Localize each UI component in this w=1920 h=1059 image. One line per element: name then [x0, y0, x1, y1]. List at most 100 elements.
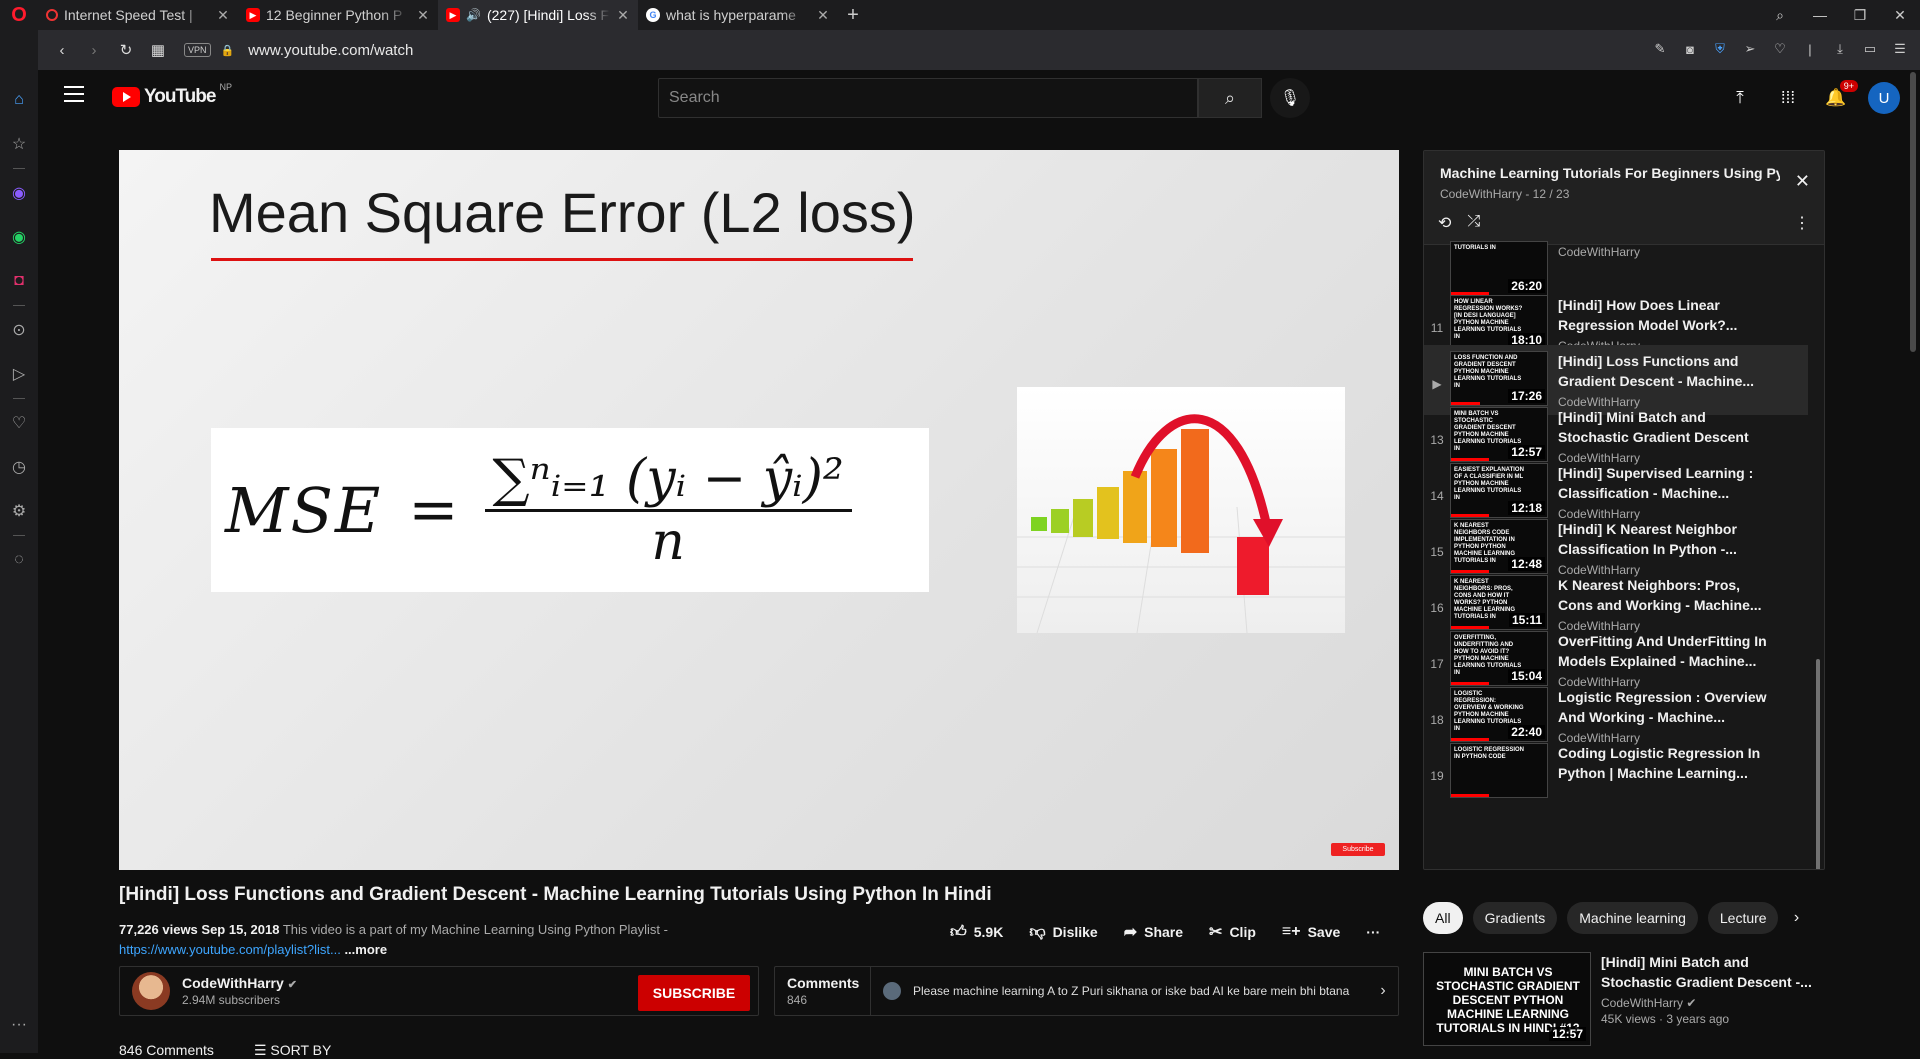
download-icon[interactable]: ⤓ — [1830, 38, 1850, 60]
youtube-logo[interactable]: YouTube NP — [112, 82, 232, 108]
youtube-icon: ▶ — [446, 8, 460, 22]
playlist-thumbnail[interactable]: Tutorials in 26:20 — [1450, 241, 1548, 296]
save-button[interactable]: ≡+ Save — [1274, 920, 1348, 944]
playlist-thumbnail[interactable]: Logistic regression in python code — [1450, 743, 1548, 798]
search-button[interactable]: ⌕ — [1198, 78, 1262, 118]
shield-icon[interactable]: ⛨ — [1710, 38, 1730, 60]
playlist-scrollbar[interactable] — [1816, 659, 1820, 869]
recommended-thumbnail[interactable]: Mini batch vs stochastic gradient descen… — [1423, 952, 1591, 1046]
chip-all[interactable]: All — [1423, 902, 1463, 934]
player-icon[interactable]: ⊙ — [5, 316, 33, 344]
recommended-video[interactable]: Mini batch vs stochastic gradient descen… — [1423, 952, 1825, 1052]
chevron-right-icon[interactable]: › — [1368, 982, 1398, 1000]
like-button[interactable]: 👍︎ 5.9K — [942, 920, 1011, 944]
thumbs-down-icon: 👎︎ — [1029, 923, 1046, 941]
playlist-item[interactable]: 19 Logistic regression in python code Codi… — [1424, 737, 1808, 807]
send-icon[interactable]: ➢ — [1740, 38, 1760, 60]
notifications-icon[interactable]: 🔔 9+ — [1820, 78, 1858, 118]
watch-progress — [1451, 794, 1490, 797]
playlist-thumbnail[interactable]: Mini batch vs stochastic gradient descen… — [1450, 407, 1548, 462]
battery-icon[interactable]: ▭ — [1860, 38, 1880, 60]
opera-logo-icon[interactable]: O — [0, 0, 38, 30]
star-icon[interactable]: ☆ — [5, 130, 33, 158]
tab-hyperparameter[interactable]: G what is hyperparame ✕ — [638, 0, 838, 30]
close-tab-icon[interactable]: ✕ — [216, 7, 230, 24]
menu-icon[interactable] — [64, 86, 84, 102]
speaker-icon[interactable]: 🔊 — [466, 8, 481, 22]
playlist-title[interactable]: Machine Learning Tutorials For Beginners… — [1440, 165, 1780, 181]
lightbulb-icon[interactable]: ◌ — [5, 546, 33, 574]
chip-gradients[interactable]: Gradients — [1472, 902, 1558, 934]
shuffle-icon[interactable]: ⤮ — [1467, 213, 1480, 233]
subscribe-watermark[interactable]: Subscribe — [1331, 843, 1385, 856]
new-tab-button[interactable]: + — [838, 4, 868, 27]
close-icon[interactable]: ✕ — [1795, 171, 1810, 192]
sort-by-button[interactable]: ☰ SORT BY — [254, 1042, 331, 1059]
settings-icon[interactable]: ⚙ — [5, 497, 33, 525]
whatsapp-icon[interactable]: ◉ — [5, 223, 33, 251]
tab-speedtest[interactable]: Internet Speed Test | ✕ — [38, 0, 238, 30]
channel-name[interactable]: CodeWithHarry ✔ — [182, 975, 297, 991]
camera-icon[interactable]: ◙ — [1680, 38, 1700, 60]
heart-icon[interactable]: ♡ — [5, 409, 33, 437]
more-icon[interactable]: ··· — [5, 1011, 33, 1039]
video-player[interactable]: Mean Square Error (L2 loss) MSE = ∑ⁿᵢ₌₁ … — [119, 150, 1399, 870]
playlist-thumbnail[interactable]: Easiest explanation of a classifier in M… — [1450, 463, 1548, 518]
upload-icon[interactable]: ⤒ — [1724, 78, 1756, 118]
thumbnail-text: Easiest explanation of a classifier in M… — [1454, 467, 1524, 501]
tiles-icon[interactable]: ▦ — [144, 36, 172, 64]
voice-search-button[interactable]: 🎙 — [1270, 78, 1310, 118]
playlist-thumbnail[interactable]: K nearest neighbors code implementation … — [1450, 519, 1548, 574]
reload-button[interactable]: ↻ — [112, 36, 140, 64]
search-input[interactable]: Search — [658, 78, 1198, 118]
easy-setup-icon[interactable]: ☰ — [1890, 38, 1910, 60]
tab-python-projects[interactable]: ▶ 12 Beginner Python P ✕ — [238, 0, 438, 30]
heart-icon[interactable]: ♡ — [1770, 38, 1790, 60]
more-button[interactable]: ...more — [344, 942, 387, 957]
recommended-title: [Hindi] Mini Batch and Stochastic Gradie… — [1601, 954, 1812, 990]
edit-icon[interactable]: ✎ — [1650, 38, 1670, 60]
messenger-icon[interactable]: ◉ — [5, 179, 33, 207]
history-icon[interactable]: ◷ — [5, 453, 33, 481]
playlist-thumbnail[interactable]: How linear regression works? [In desi la… — [1450, 295, 1548, 350]
home-icon[interactable]: ⌂ — [5, 86, 33, 114]
maximize-button[interactable]: ❐ — [1840, 7, 1880, 24]
tab-title: Internet Speed Test | — [64, 7, 193, 23]
account-avatar[interactable]: U — [1868, 82, 1900, 114]
back-button[interactable]: ‹ — [48, 36, 76, 64]
playlist-thumbnail[interactable]: Loss function and gradient descent Pytho… — [1450, 351, 1548, 406]
minimize-button[interactable]: — — [1800, 7, 1840, 23]
chip-machine-learning[interactable]: Machine learning — [1567, 902, 1698, 934]
playlist-thumbnail[interactable]: K nearest neighbors: pros, cons and how … — [1450, 575, 1548, 630]
playlist-thumbnail[interactable]: Overfitting, underfitting and how to avo… — [1450, 631, 1548, 686]
more-actions-button[interactable]: ··· — [1358, 920, 1388, 944]
instagram-icon[interactable]: ◘ — [5, 267, 33, 295]
tab-loss-functions[interactable]: ▶ 🔊 (227) [Hindi] Loss F ✕ — [438, 0, 638, 30]
send-icon[interactable]: ▷ — [5, 360, 33, 388]
page-scrollbar[interactable] — [1906, 70, 1920, 1053]
recommended-info: [Hindi] Mini Batch and Stochastic Gradie… — [1601, 952, 1821, 1052]
lock-icon[interactable]: 🔒 — [221, 44, 235, 57]
chevron-right-icon[interactable]: › — [1794, 909, 1799, 927]
apps-grid-icon[interactable]: ⁞⁞⁞ — [1772, 78, 1804, 118]
channel-avatar[interactable] — [132, 972, 170, 1010]
close-window-button[interactable]: ✕ — [1880, 7, 1920, 24]
dislike-button[interactable]: 👎︎ Dislike — [1021, 920, 1105, 944]
search-tabs-icon[interactable]: ⌕ — [1760, 7, 1800, 24]
playlist-thumbnail[interactable]: Logistic regression: overview & working … — [1450, 687, 1548, 742]
url-field[interactable]: www.youtube.com/watch — [248, 42, 413, 59]
playlist-link[interactable]: https://www.youtube.com/playlist?list... — [119, 942, 341, 957]
chip-lecture[interactable]: Lecture — [1707, 902, 1778, 934]
clip-button[interactable]: ✂ Clip — [1201, 920, 1264, 944]
vpn-badge[interactable]: VPN — [184, 43, 211, 57]
loop-icon[interactable]: ⟲ — [1438, 213, 1451, 233]
subscribe-button[interactable]: SUBSCRIBE — [638, 975, 750, 1011]
close-tab-icon[interactable]: ✕ — [616, 7, 630, 24]
close-tab-icon[interactable]: ✕ — [416, 7, 430, 24]
forward-button[interactable]: › — [80, 36, 108, 64]
close-tab-icon[interactable]: ✕ — [816, 7, 830, 24]
more-vertical-icon[interactable]: ⋮ — [1794, 213, 1810, 233]
comments-teaser[interactable]: Comments 846 Please machine learning A t… — [774, 966, 1399, 1016]
video-description[interactable]: 77,226 views Sep 15, 2018 This video is … — [119, 920, 739, 960]
share-button[interactable]: ➦ Share — [1116, 920, 1191, 944]
